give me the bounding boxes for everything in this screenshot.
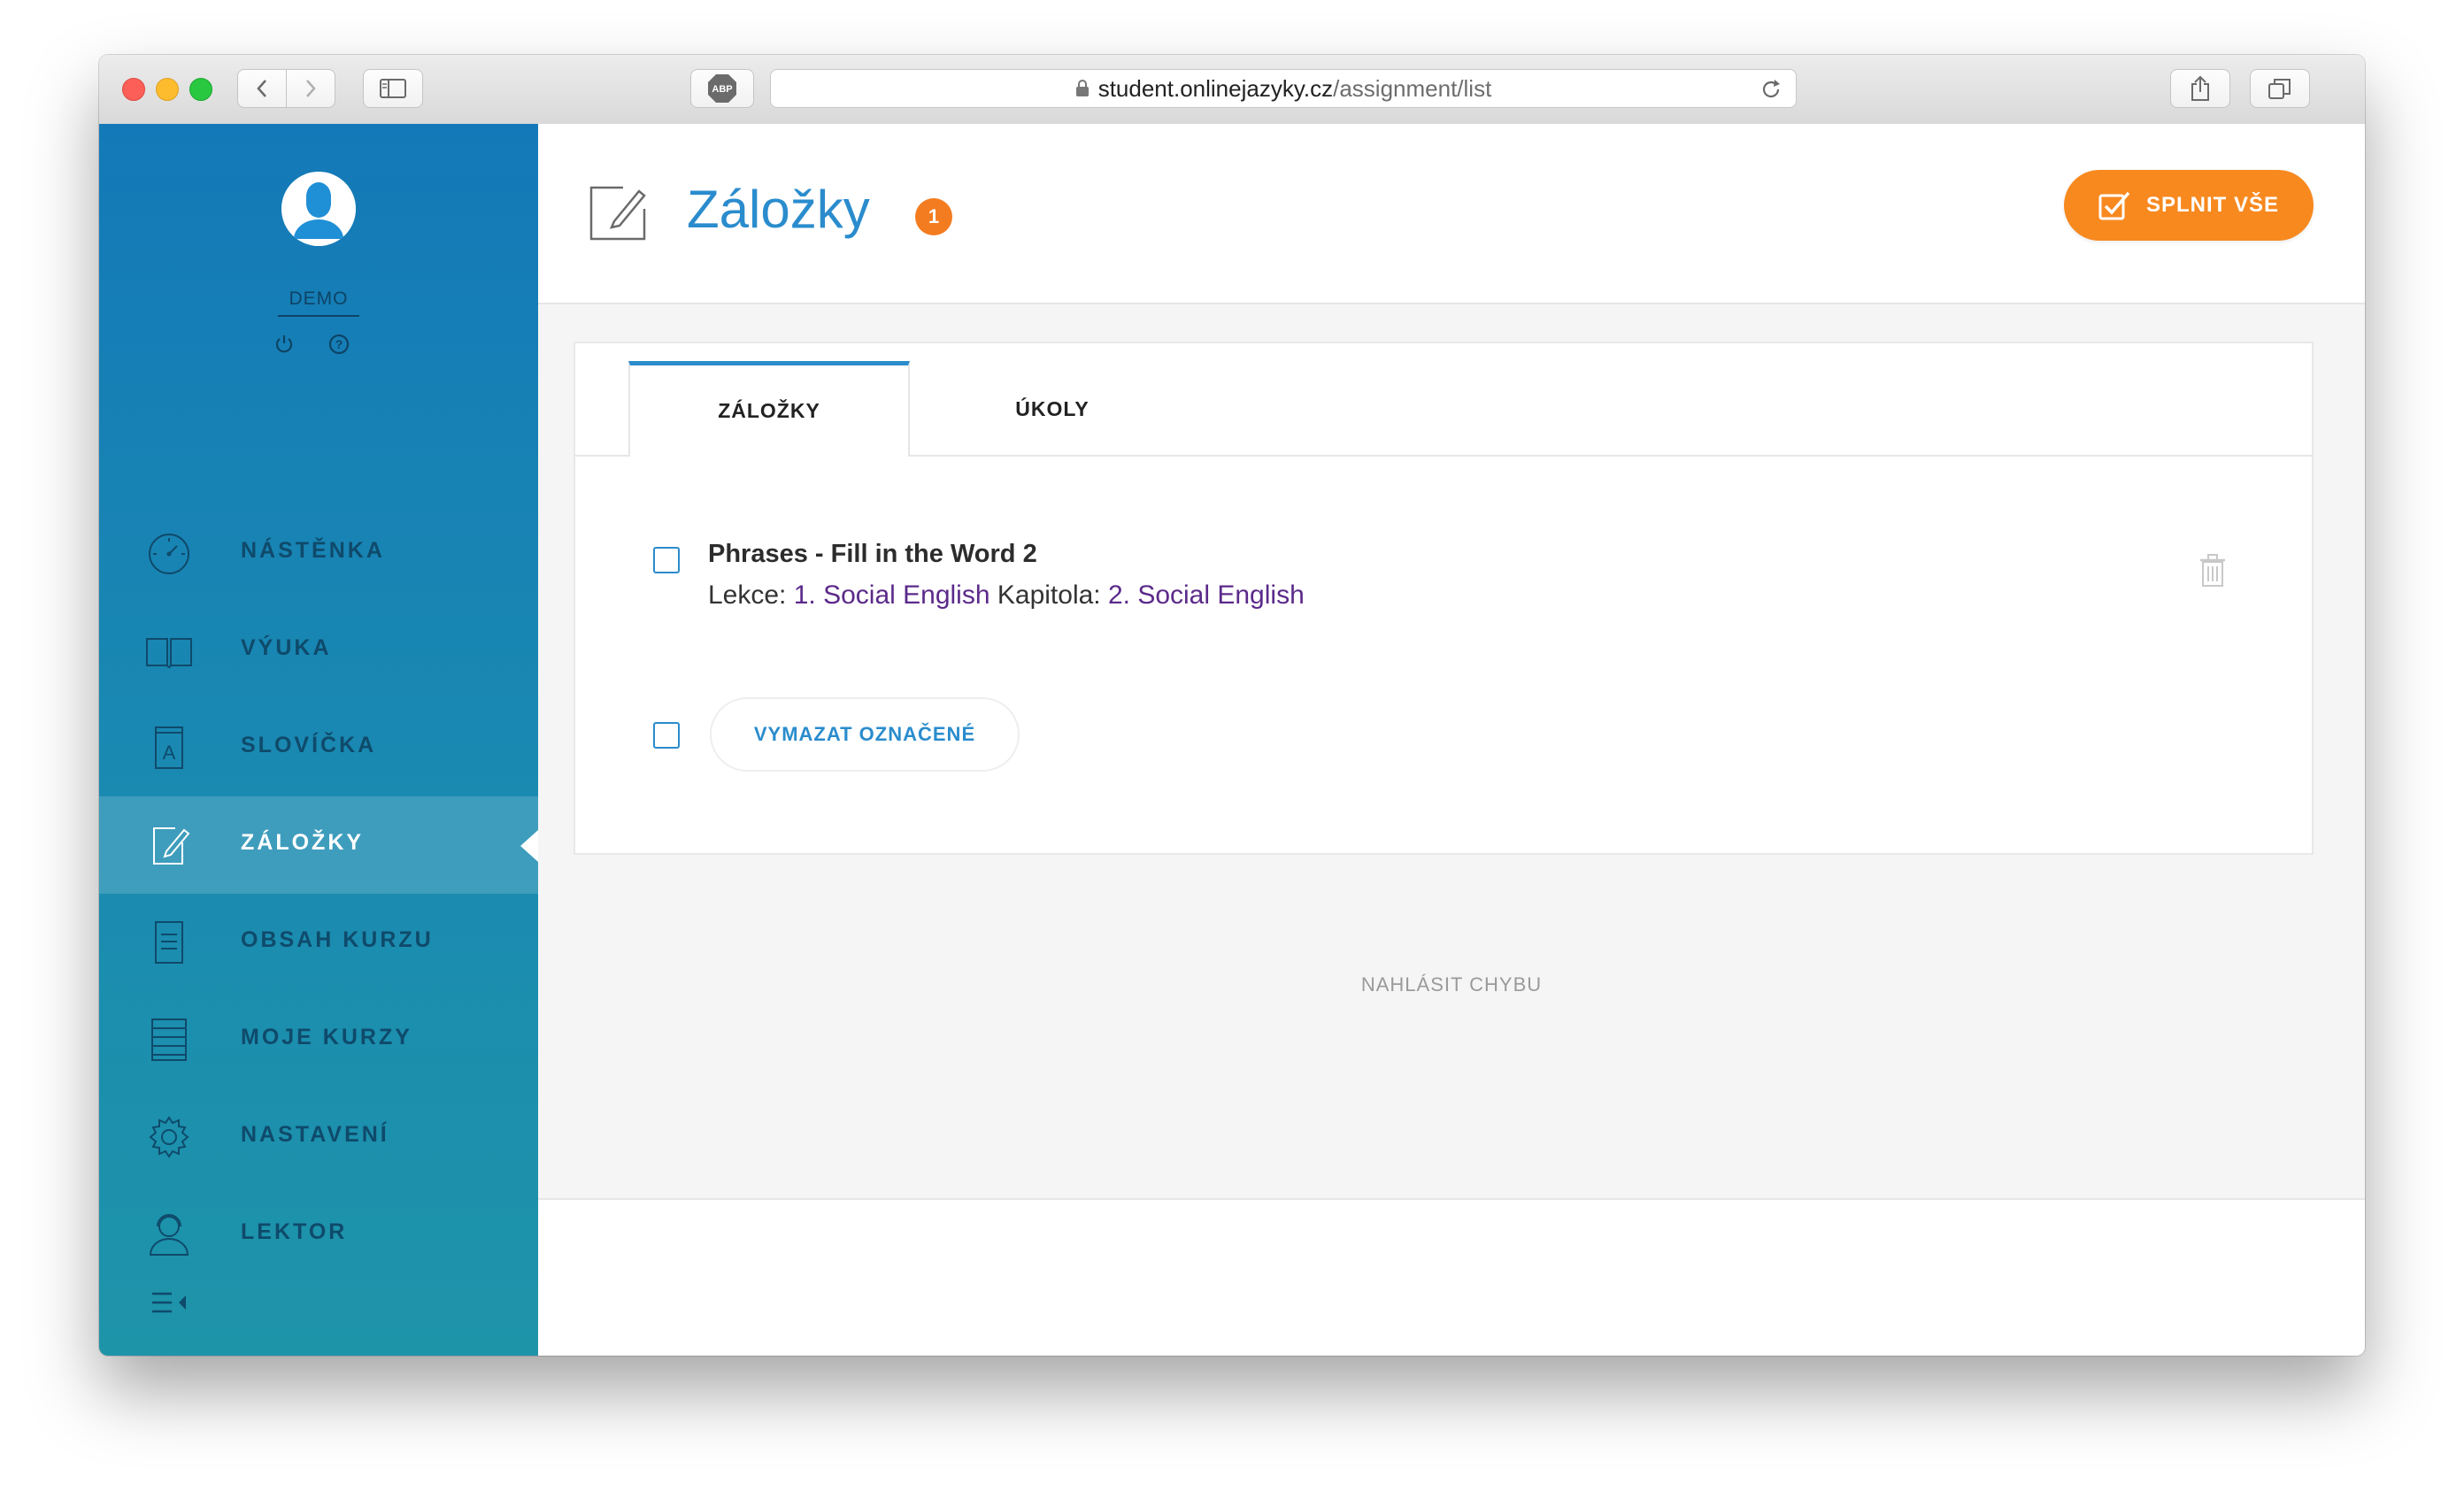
checkbox-checked-icon bbox=[2098, 191, 2130, 220]
sidebar-item-tutor[interactable]: LEKTOR bbox=[99, 1186, 538, 1283]
bookmark-select-checkbox[interactable] bbox=[653, 547, 680, 573]
delete-selected-button[interactable]: VYMAZAT OZNAČENÉ bbox=[710, 697, 1020, 772]
lesson-link[interactable]: 1. Social English bbox=[794, 580, 990, 610]
document-icon bbox=[155, 921, 183, 964]
active-indicator bbox=[520, 830, 538, 862]
zoom-window-button[interactable] bbox=[189, 78, 212, 101]
user-name[interactable]: DEMO bbox=[278, 288, 359, 317]
share-button[interactable] bbox=[2170, 69, 2230, 108]
main-content: Záložky 1 SPLNIT VŠE ZÁLOŽKY ÚKOLY Phras… bbox=[538, 124, 2365, 1356]
sidebar-item-label: ZÁLOŽKY bbox=[241, 830, 365, 855]
tabs-icon bbox=[2268, 79, 2291, 99]
power-icon[interactable] bbox=[273, 333, 296, 356]
gear-icon bbox=[149, 1116, 189, 1158]
sidebar-item-vocabulary[interactable]: A SLOVÍČKA bbox=[99, 699, 538, 796]
chapter-link[interactable]: 2. Social English bbox=[1108, 580, 1305, 610]
complete-all-label: SPLNIT VŠE bbox=[2145, 193, 2280, 217]
sidebar-item-bookmarks[interactable]: ZÁLOŽKY bbox=[99, 796, 538, 894]
sidebar-item-label: OBSAH KURZU bbox=[241, 927, 434, 952]
bookmark-title[interactable]: Phrases - Fill in the Word 2 bbox=[708, 540, 1037, 569]
tutor-icon bbox=[149, 1214, 189, 1256]
lesson-label: Lekce: bbox=[708, 580, 787, 610]
sidebar-item-label: NASTAVENÍ bbox=[241, 1122, 389, 1147]
sidebar-icon bbox=[380, 79, 406, 98]
user-avatar-icon bbox=[281, 172, 356, 246]
dashboard-icon bbox=[149, 534, 189, 574]
vocabulary-icon: A bbox=[155, 726, 183, 769]
bookmarks-card: ZÁLOŽKY ÚKOLY Phrases - Fill in the Word… bbox=[574, 342, 2314, 855]
sidebar-item-dashboard[interactable]: NÁSTĚNKA bbox=[99, 504, 538, 602]
sidebar-item-label: LEKTOR bbox=[241, 1219, 348, 1244]
list-icon bbox=[151, 1019, 187, 1061]
page-header: Záložky 1 SPLNIT VŠE bbox=[538, 124, 2365, 304]
browser-window: ABP student.onlinejazyky.cz/assignment/l… bbox=[99, 55, 2365, 1356]
report-error-link[interactable]: NAHLÁSIT CHYBU bbox=[538, 973, 2365, 996]
edit-icon bbox=[153, 827, 190, 865]
adblock-icon: ABP bbox=[708, 74, 736, 103]
url-path: /assignment/list bbox=[1333, 74, 1492, 102]
sidebar-item-lessons[interactable]: VÝUKA bbox=[99, 602, 538, 699]
back-button[interactable] bbox=[237, 69, 287, 108]
select-all-checkbox[interactable] bbox=[653, 722, 680, 749]
tab-bar: ZÁLOŽKY ÚKOLY bbox=[575, 343, 2312, 457]
bookmark-meta: Lekce: 1. Social English Kapitola: 2. So… bbox=[708, 580, 1305, 611]
share-icon bbox=[2191, 75, 2209, 101]
tab-assignments[interactable]: ÚKOLY bbox=[912, 361, 1193, 457]
collapse-menu-icon bbox=[152, 1292, 186, 1313]
reload-icon[interactable] bbox=[1759, 77, 1783, 102]
complete-all-button[interactable]: SPLNIT VŠE bbox=[2064, 170, 2314, 241]
browser-toolbar: ABP student.onlinejazyky.cz/assignment/l… bbox=[99, 55, 2365, 125]
avatar[interactable] bbox=[281, 172, 356, 246]
sidebar-item-label: VÝUKA bbox=[241, 635, 332, 660]
collapse-sidebar-button[interactable] bbox=[150, 1290, 193, 1319]
lock-icon bbox=[1075, 80, 1089, 96]
tabs-overview-button[interactable] bbox=[2250, 69, 2310, 108]
svg-text:ABP: ABP bbox=[712, 84, 732, 95]
user-tools: ? bbox=[273, 333, 350, 356]
minimize-window-button[interactable] bbox=[156, 78, 179, 101]
url-host: student.onlinejazyky.cz bbox=[1097, 74, 1334, 102]
book-icon bbox=[146, 638, 192, 668]
address-bar[interactable]: student.onlinejazyky.cz/assignment/list bbox=[770, 69, 1797, 108]
edit-icon bbox=[589, 186, 646, 241]
sidebar-toggle-button[interactable] bbox=[363, 69, 423, 108]
sidebar-item-course-content[interactable]: OBSAH KURZU bbox=[99, 894, 538, 991]
sidebar-item-label: SLOVÍČKA bbox=[241, 733, 377, 757]
trash-icon[interactable] bbox=[2198, 554, 2227, 588]
page-footer-area bbox=[538, 1198, 2365, 1356]
sidebar-item-settings[interactable]: NASTAVENÍ bbox=[99, 1088, 538, 1186]
tab-bookmarks[interactable]: ZÁLOŽKY bbox=[628, 361, 910, 457]
chevron-left-icon bbox=[257, 80, 266, 97]
sidebar-item-label: NÁSTĚNKA bbox=[241, 538, 385, 563]
svg-text:?: ? bbox=[335, 337, 343, 351]
bookmark-count-badge: 1 bbox=[915, 198, 952, 235]
chevron-right-icon bbox=[306, 80, 316, 97]
svg-text:A: A bbox=[163, 742, 176, 764]
help-icon[interactable]: ? bbox=[327, 333, 350, 356]
page-title: Záložky bbox=[687, 180, 870, 239]
sidebar: DEMO ? NÁSTĚNKA VÝUKA A SLOVÍČKA ZÁLOŽKY… bbox=[99, 124, 538, 1356]
forward-button[interactable] bbox=[286, 69, 335, 108]
sidebar-item-my-courses[interactable]: MOJE KURZY bbox=[99, 991, 538, 1088]
close-window-button[interactable] bbox=[122, 78, 145, 101]
sidebar-item-label: MOJE KURZY bbox=[241, 1025, 412, 1049]
chapter-label: Kapitola: bbox=[997, 580, 1101, 610]
adblock-button[interactable]: ABP bbox=[690, 69, 754, 108]
